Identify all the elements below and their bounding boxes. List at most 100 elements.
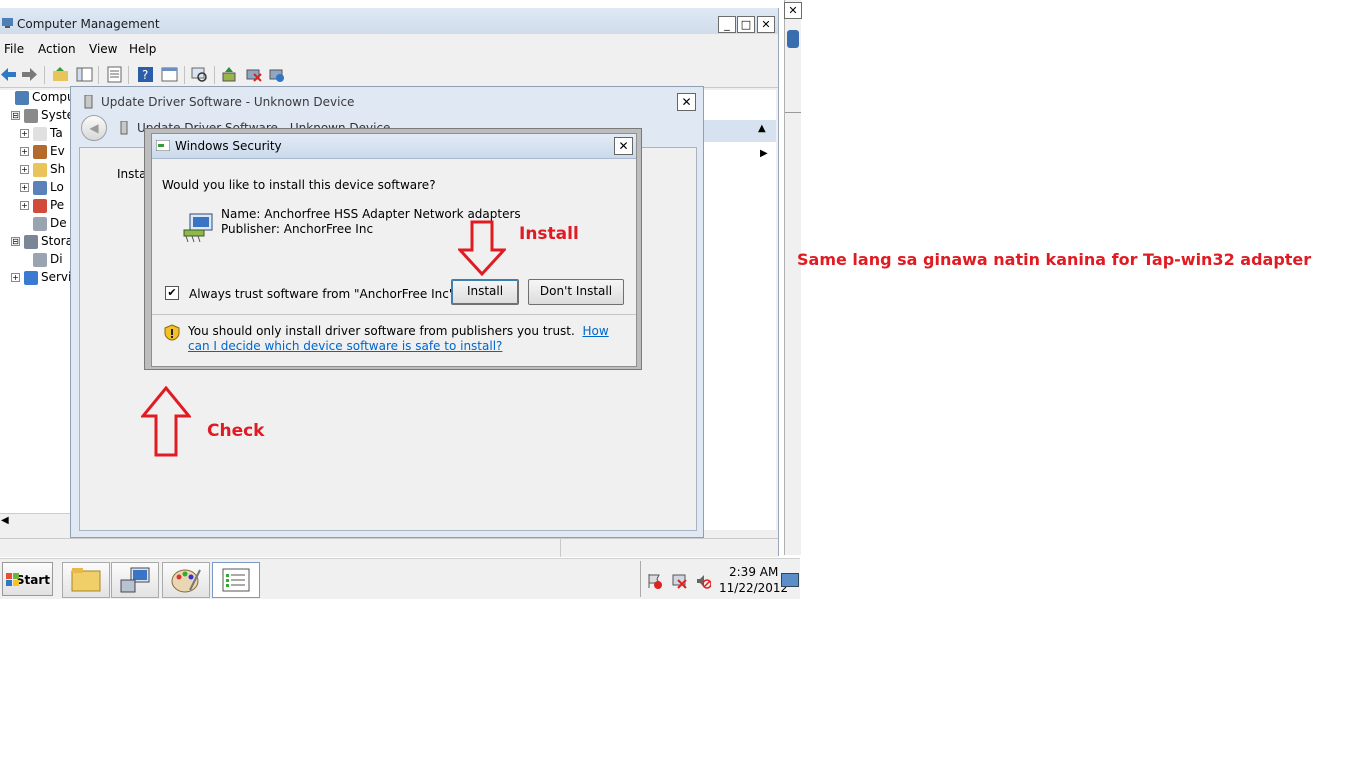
tree-expander[interactable]: + (20, 147, 29, 156)
toolbar: ? (0, 63, 778, 88)
view-icon[interactable] (161, 66, 178, 83)
actions-header[interactable]: ▲ (700, 120, 776, 142)
windows-security-dialog: Windows Security ✕ Would you like to ins… (144, 128, 642, 370)
taskbar-network[interactable] (111, 562, 159, 598)
menu-file[interactable]: File (4, 42, 24, 56)
horizontal-scrollbar[interactable]: ◀ (0, 513, 72, 530)
tree-expander[interactable]: ⊟ (11, 111, 20, 120)
taskbar-computer-management[interactable] (212, 562, 260, 598)
users-icon (33, 180, 47, 195)
network-disconnected-icon[interactable] (671, 573, 687, 589)
tree-expander[interactable]: + (20, 201, 29, 210)
menu-bar: File Action View Help (0, 38, 778, 60)
tree-item[interactable]: + Servic (0, 270, 72, 288)
scan-hardware-icon[interactable] (191, 66, 208, 83)
close-button[interactable]: ✕ (757, 16, 775, 33)
back-button[interactable]: ◀ (81, 115, 107, 141)
tree-expander[interactable]: + (20, 129, 29, 138)
minimize-button[interactable]: _ (718, 16, 736, 33)
tree-expander[interactable]: + (11, 273, 20, 282)
title-bar: Computer Management _ □ ✕ (0, 8, 778, 34)
help-icon[interactable]: ? (137, 66, 154, 83)
status-divider (560, 539, 561, 557)
tree-item-label: Pe (50, 198, 65, 212)
dialog-frame: Windows Security ✕ Would you like to ins… (151, 133, 637, 367)
taskbar-explorer[interactable] (62, 562, 110, 598)
divider (152, 314, 636, 315)
storage-icon (24, 234, 38, 249)
tree-item[interactable]: Di (0, 252, 72, 270)
dont-install-button[interactable]: Don't Install (528, 279, 624, 305)
tree-item[interactable]: + Lo (0, 180, 72, 198)
action-center-flag-icon[interactable] (647, 573, 663, 589)
toolbar-separator (214, 66, 215, 84)
tree-item[interactable]: + Sh (0, 162, 72, 180)
tree-expander[interactable]: + (20, 165, 29, 174)
uninstall-icon[interactable] (245, 66, 262, 83)
maximize-button[interactable]: □ (737, 16, 755, 33)
install-status-text: Insta (117, 167, 147, 181)
close-button[interactable]: ✕ (677, 93, 696, 111)
dialog-title-bar: Windows Security ✕ (152, 134, 636, 159)
menu-view[interactable]: View (89, 42, 117, 56)
tree-item-label: Lo (50, 180, 64, 194)
tree-item-label: Di (50, 252, 63, 266)
tree-item[interactable]: + Ev (0, 144, 72, 162)
properties-icon[interactable] (106, 66, 123, 83)
update-driver-icon[interactable] (221, 66, 238, 83)
notification-area: 2:39 AM 11/22/2012 (640, 561, 801, 597)
always-trust-checkbox[interactable]: ✔ (165, 286, 179, 300)
dialog-title: Windows Security (175, 139, 282, 153)
menu-help[interactable]: Help (129, 42, 156, 56)
tree-item-label: Servic (41, 270, 72, 284)
install-button[interactable]: Install (451, 279, 519, 305)
background-app-icon (787, 30, 799, 48)
taskbar: Start 2:39 AM 11/22/2012 (0, 558, 800, 599)
show-desktop-icon[interactable] (781, 573, 799, 587)
enable-device-icon[interactable] (268, 66, 285, 83)
computer-icon (15, 90, 29, 105)
volume-muted-icon[interactable] (695, 573, 711, 589)
collapse-up-icon[interactable]: ▲ (758, 123, 766, 134)
tree-item[interactable]: + Ta (0, 126, 72, 144)
tree-item-label: Ev (50, 144, 65, 158)
toolbar-separator (128, 66, 129, 84)
tree-item-label: Storag (41, 234, 72, 248)
tree-item[interactable]: De (0, 216, 72, 234)
shield-warning-icon (164, 324, 180, 341)
always-trust-label[interactable]: Always trust software from "AnchorFree I… (189, 287, 458, 301)
expand-right-icon[interactable]: ▶ (760, 148, 768, 159)
back-arrow-icon[interactable] (0, 66, 17, 83)
close-button[interactable]: ✕ (614, 137, 633, 155)
taskbar-paint[interactable] (162, 562, 210, 598)
tree-expander[interactable]: ⊟ (11, 237, 20, 246)
tree-item[interactable]: ⊟ Syster (0, 108, 72, 126)
svg-text:?: ? (142, 68, 148, 82)
tree-item[interactable]: ⊟ Storag (0, 234, 72, 252)
computer-management-icon (2, 18, 13, 28)
dialog-title-bar: Update Driver Software - Unknown Device … (71, 87, 703, 117)
toolbar-separator (98, 66, 99, 84)
warning-text-block: You should only install driver software … (188, 324, 630, 354)
scroll-left-icon[interactable]: ◀ (1, 515, 9, 526)
tree-expander[interactable]: + (20, 183, 29, 192)
start-button[interactable]: Start (2, 562, 53, 596)
tree-item[interactable]: + Pe (0, 198, 72, 216)
forward-arrow-icon[interactable] (21, 66, 38, 83)
note-annotation: Same lang sa ginawa natin kanina for Tap… (797, 250, 1312, 269)
up-arrow-annotation-icon (141, 386, 191, 457)
window-title: Computer Management (17, 17, 160, 31)
close-button-background[interactable]: ✕ (784, 2, 802, 19)
install-annotation: Install (519, 224, 579, 244)
background-window-edge: ✕ (784, 0, 802, 555)
up-folder-icon[interactable] (52, 66, 69, 83)
security-window-icon (156, 140, 170, 151)
tree-item[interactable]: Compute (0, 90, 72, 108)
clock-time[interactable]: 2:39 AM (729, 565, 778, 579)
folder-icon (71, 568, 101, 592)
clock-date[interactable]: 11/22/2012 (719, 581, 788, 595)
menu-action[interactable]: Action (38, 42, 76, 56)
performance-icon (33, 198, 47, 213)
show-hide-tree-icon[interactable] (76, 66, 93, 83)
tree-item-label: De (50, 216, 67, 230)
